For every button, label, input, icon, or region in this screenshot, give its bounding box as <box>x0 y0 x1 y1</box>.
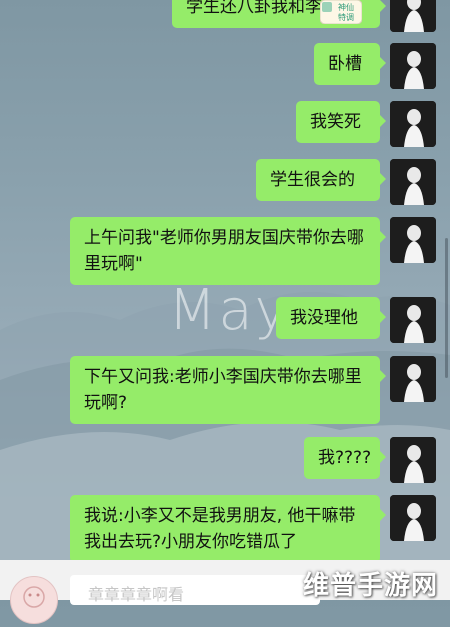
message-row: 上午问我"老师你男朋友国庆带你去哪里玩啊" <box>70 217 436 285</box>
message-text: 我???? <box>318 448 372 468</box>
message-row: 我???? <box>304 437 436 483</box>
user-avatar[interactable] <box>10 576 58 624</box>
message-bubble[interactable]: 我没理他 <box>276 297 386 339</box>
svg-text:神仙: 神仙 <box>338 2 354 12</box>
sender-avatar[interactable] <box>390 437 436 483</box>
message-bubble[interactable]: 我笑死 <box>296 101 386 143</box>
message-row: 我笑死 <box>296 101 436 147</box>
message-text: 下午又问我:老师小李国庆带你去哪里玩啊? <box>84 367 362 413</box>
message-bubble[interactable]: 下午又问我:老师小李国庆带你去哪里玩啊? <box>70 356 386 424</box>
sender-avatar[interactable] <box>390 159 436 205</box>
sender-avatar[interactable] <box>390 297 436 343</box>
message-row: 我没理他 <box>276 297 436 343</box>
message-row: 学生还八卦我和李 <box>172 0 436 32</box>
sticker-badge: 神仙 特调 <box>320 0 362 24</box>
message-text: 我没理他 <box>290 308 358 328</box>
message-bubble[interactable]: 我说:小李又不是我男朋友, 他干嘛带我出去玩?小朋友你吃错瓜了 <box>70 495 386 563</box>
sender-avatar[interactable] <box>390 495 436 541</box>
message-text: 我笑死 <box>310 112 361 132</box>
sender-avatar[interactable] <box>390 217 436 263</box>
message-bubble[interactable]: 上午问我"老师你男朋友国庆带你去哪里玩啊" <box>70 217 386 285</box>
sender-avatar[interactable] <box>390 0 436 32</box>
message-text: 我说:小李又不是我男朋友, 他干嘛带我出去玩?小朋友你吃错瓜了 <box>84 506 356 552</box>
scrollbar-thumb[interactable] <box>445 238 448 378</box>
message-text: 学生很会的 <box>270 170 355 190</box>
message-row: 下午又问我:老师小李国庆带你去哪里玩啊? <box>70 356 436 424</box>
sender-avatar[interactable] <box>390 43 436 89</box>
message-bubble[interactable]: 我???? <box>304 437 386 479</box>
message-input[interactable]: 章章章章啊看 <box>70 575 320 605</box>
message-bubble[interactable]: 卧槽 <box>314 43 386 85</box>
message-row: 我说:小李又不是我男朋友, 他干嘛带我出去玩?小朋友你吃错瓜了 <box>70 495 436 563</box>
message-row: 学生很会的 <box>256 159 436 205</box>
message-text: 卧槽 <box>328 54 362 74</box>
message-text: 学生还八卦我和李 <box>186 0 322 17</box>
chat-message-list[interactable]: 学生还八卦我和李 卧槽 我笑死 学生很会的 上午问我"老师你男朋友国庆带你去哪里 <box>0 0 450 563</box>
message-row: 卧槽 <box>314 43 436 89</box>
message-text: 上午问我"老师你男朋友国庆带你去哪里玩啊" <box>84 228 364 274</box>
input-placeholder: 章章章章啊看 <box>88 585 185 604</box>
sender-avatar[interactable] <box>390 356 436 402</box>
svg-text:特调: 特调 <box>338 12 354 22</box>
message-bubble[interactable]: 学生很会的 <box>256 159 386 201</box>
sender-avatar[interactable] <box>390 101 436 147</box>
site-watermark: 维普手游网 <box>302 571 438 601</box>
